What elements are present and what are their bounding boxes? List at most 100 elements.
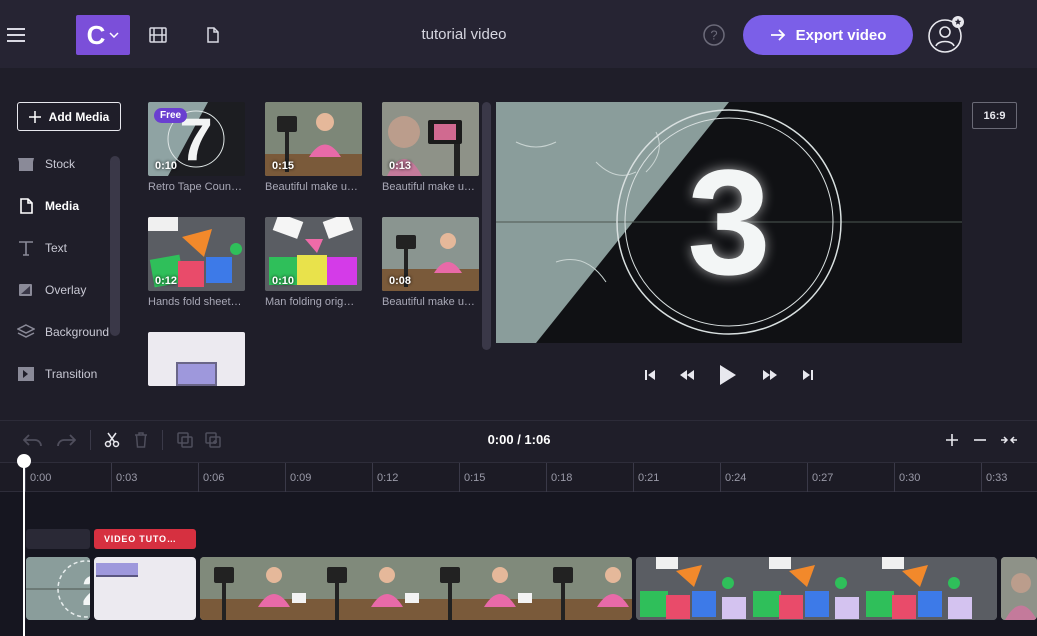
sidebar-item-label: Text bbox=[45, 241, 68, 255]
time-display: 0:00 / 1:06 bbox=[487, 432, 551, 447]
media-caption: Beautiful make u… bbox=[382, 181, 475, 193]
text-icon bbox=[19, 241, 33, 256]
ruler-tick: 0:09 bbox=[285, 463, 311, 493]
media-thumbnail[interactable]: 0:10 bbox=[265, 217, 362, 291]
ruler-tick: 0:21 bbox=[633, 463, 659, 493]
video-clip-makeup[interactable] bbox=[200, 557, 632, 620]
media-shape-preview bbox=[176, 362, 217, 386]
media-caption: Retro Tape Coun… bbox=[148, 181, 242, 193]
duplicate-icon[interactable] bbox=[175, 430, 195, 450]
sidebar-item-overlay[interactable]: Overlay bbox=[17, 281, 86, 299]
redo-icon[interactable] bbox=[55, 430, 77, 450]
media-thumbnail[interactable]: 7 Free 0:10 bbox=[148, 102, 245, 176]
help-icon[interactable]: ? bbox=[703, 24, 725, 46]
text-clip[interactable]: VIDEO TUTO… bbox=[94, 529, 196, 549]
fast-forward-icon[interactable] bbox=[760, 366, 780, 384]
duration-label: 0:12 bbox=[155, 275, 178, 287]
free-badge: Free bbox=[154, 108, 188, 123]
svg-text:2: 2 bbox=[82, 567, 90, 614]
ruler-tick: 0:27 bbox=[807, 463, 833, 493]
media-thumbnail[interactable]: 0:08 bbox=[382, 217, 479, 291]
sidebar-item-stock[interactable]: Stock bbox=[17, 155, 75, 173]
ruler-tick: 0:15 bbox=[459, 463, 485, 493]
media-document-icon bbox=[20, 198, 33, 214]
zoom-out-icon[interactable] bbox=[971, 430, 989, 450]
account-avatar-icon[interactable] bbox=[928, 16, 966, 54]
duration-label: 0:15 bbox=[272, 160, 295, 172]
sidebar-item-label: Overlay bbox=[45, 283, 87, 297]
play-icon[interactable] bbox=[716, 362, 740, 388]
export-video-label: Export video bbox=[795, 26, 887, 44]
skip-to-end-icon[interactable] bbox=[798, 366, 818, 384]
undo-icon[interactable] bbox=[22, 430, 44, 450]
fit-timeline-icon[interactable] bbox=[998, 430, 1020, 450]
transition-icon bbox=[18, 367, 34, 381]
export-video-button[interactable]: Export video bbox=[743, 15, 913, 55]
plus-icon bbox=[28, 110, 41, 123]
svg-text:?: ? bbox=[710, 28, 717, 43]
sidebar-scrollbar[interactable] bbox=[110, 156, 120, 336]
store-icon bbox=[18, 158, 34, 171]
add-clip-icon[interactable] bbox=[203, 430, 223, 450]
hamburger-menu-icon[interactable] bbox=[6, 25, 26, 45]
audio-clip[interactable] bbox=[26, 529, 90, 549]
add-media-button[interactable]: Add Media bbox=[17, 102, 121, 131]
document-icon[interactable] bbox=[203, 25, 223, 45]
video-clip-makeup-2[interactable] bbox=[1001, 557, 1037, 620]
media-thumbnail[interactable]: 0:15 bbox=[265, 102, 362, 176]
film-icon[interactable] bbox=[148, 25, 168, 45]
zoom-in-icon[interactable] bbox=[943, 430, 961, 450]
media-caption: Hands fold sheet… bbox=[148, 296, 242, 308]
ruler-tick: 0:30 bbox=[894, 463, 920, 493]
video-clip-countdown[interactable]: 2 bbox=[26, 557, 90, 620]
duration-label: 0:10 bbox=[155, 160, 178, 172]
chevron-down-icon bbox=[109, 32, 119, 38]
sidebar-item-label: Transition bbox=[45, 367, 98, 381]
duration-label: 0:13 bbox=[389, 160, 412, 172]
sidebar-item-background[interactable]: Background bbox=[17, 323, 109, 341]
aspect-ratio-button[interactable]: 16:9 bbox=[972, 102, 1017, 129]
media-caption: Man folding orig… bbox=[265, 296, 355, 308]
countdown-number: 3 bbox=[687, 138, 771, 306]
add-media-label: Add Media bbox=[48, 109, 110, 124]
duration-label: 0:10 bbox=[272, 275, 295, 287]
skip-to-start-icon[interactable] bbox=[640, 366, 660, 384]
ruler-tick: 0:24 bbox=[720, 463, 746, 493]
rewind-icon[interactable] bbox=[677, 366, 697, 384]
sidebar-item-text[interactable]: Text bbox=[17, 239, 67, 257]
arrow-right-icon bbox=[770, 29, 785, 41]
media-thumbnail[interactable]: 0:13 bbox=[382, 102, 479, 176]
sidebar-item-media[interactable]: Media bbox=[17, 197, 79, 215]
brand-letter: C bbox=[86, 19, 106, 50]
duration-label: 0:08 bbox=[389, 275, 412, 287]
video-clip-origami[interactable] bbox=[636, 557, 997, 620]
trash-icon[interactable] bbox=[131, 430, 151, 450]
media-thumbnail[interactable] bbox=[148, 332, 245, 386]
ruler-tick: 0:12 bbox=[372, 463, 398, 493]
sidebar-item-label: Media bbox=[45, 199, 80, 213]
project-title[interactable]: tutorial video bbox=[364, 26, 564, 43]
toolbar-divider bbox=[162, 430, 163, 450]
media-scrollbar[interactable] bbox=[482, 102, 491, 350]
ruler-tick: 0:18 bbox=[546, 463, 572, 493]
brand-menu-button[interactable]: C bbox=[76, 15, 130, 55]
clip-shape-preview bbox=[96, 563, 138, 577]
video-clip-shape[interactable] bbox=[94, 557, 196, 620]
timeline-ruler[interactable]: 0:00 0:03 0:06 0:09 0:12 0:15 0:18 0:21 … bbox=[0, 462, 1037, 493]
media-thumbnail[interactable]: 0:12 bbox=[148, 217, 245, 291]
playhead-handle[interactable] bbox=[17, 454, 31, 468]
toolbar-divider bbox=[90, 430, 91, 450]
media-caption: Beautiful make u… bbox=[382, 296, 475, 308]
sidebar-item-label: Stock bbox=[45, 157, 76, 171]
playhead-line bbox=[23, 461, 25, 636]
media-caption: Beautiful make u… bbox=[265, 181, 358, 193]
sidebar-item-transition[interactable]: Transition bbox=[17, 365, 97, 383]
ruler-tick: 0:33 bbox=[981, 463, 1007, 493]
scissors-icon[interactable] bbox=[102, 430, 122, 450]
overlay-icon bbox=[19, 284, 32, 296]
ruler-tick: 0:06 bbox=[198, 463, 224, 493]
ruler-tick: 0:03 bbox=[111, 463, 137, 493]
ruler-tick: 0:00 bbox=[25, 463, 51, 493]
sidebar-item-label: Background bbox=[45, 325, 110, 339]
video-preview[interactable]: 3 bbox=[496, 102, 962, 343]
